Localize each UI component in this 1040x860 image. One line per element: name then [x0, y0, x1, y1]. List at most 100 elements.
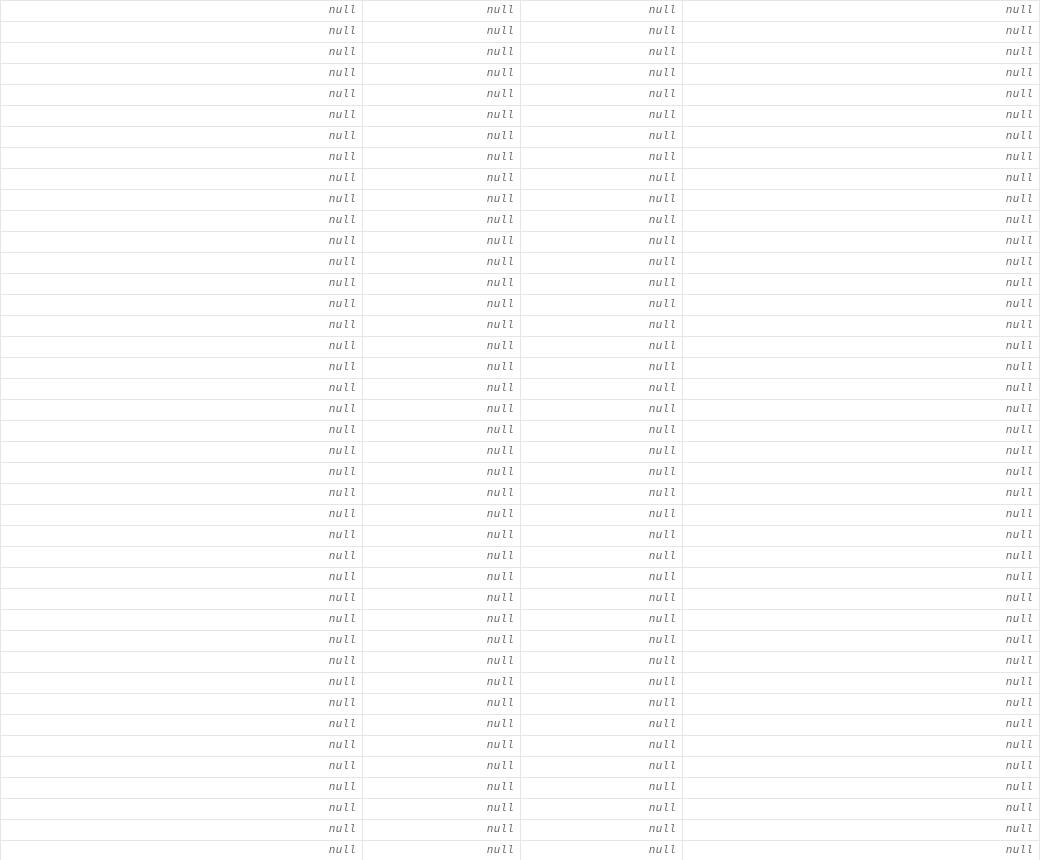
null-cell[interactable]: null: [363, 715, 521, 736]
null-cell[interactable]: null: [1, 463, 363, 484]
null-cell[interactable]: null: [683, 694, 1040, 715]
null-cell[interactable]: null: [521, 463, 683, 484]
null-cell[interactable]: null: [521, 316, 683, 337]
null-cell[interactable]: null: [683, 757, 1040, 778]
null-cell[interactable]: null: [363, 841, 521, 860]
null-cell[interactable]: null: [683, 421, 1040, 442]
null-cell[interactable]: null: [683, 127, 1040, 148]
null-cell[interactable]: null: [363, 106, 521, 127]
null-cell[interactable]: null: [1, 778, 363, 799]
null-cell[interactable]: null: [683, 715, 1040, 736]
null-cell[interactable]: null: [521, 400, 683, 421]
null-cell[interactable]: null: [683, 190, 1040, 211]
null-cell[interactable]: null: [683, 106, 1040, 127]
null-cell[interactable]: null: [521, 820, 683, 841]
null-cell[interactable]: null: [363, 190, 521, 211]
null-cell[interactable]: null: [1, 232, 363, 253]
null-cell[interactable]: null: [363, 169, 521, 190]
null-cell[interactable]: null: [1, 568, 363, 589]
null-cell[interactable]: null: [363, 736, 521, 757]
null-cell[interactable]: null: [521, 1, 683, 22]
null-cell[interactable]: null: [521, 547, 683, 568]
null-cell[interactable]: null: [521, 253, 683, 274]
null-cell[interactable]: null: [683, 232, 1040, 253]
null-cell[interactable]: null: [683, 358, 1040, 379]
null-cell[interactable]: null: [1, 106, 363, 127]
null-cell[interactable]: null: [363, 316, 521, 337]
null-cell[interactable]: null: [521, 694, 683, 715]
null-cell[interactable]: null: [1, 547, 363, 568]
null-cell[interactable]: null: [521, 589, 683, 610]
null-cell[interactable]: null: [521, 148, 683, 169]
null-cell[interactable]: null: [683, 295, 1040, 316]
null-cell[interactable]: null: [683, 673, 1040, 694]
null-cell[interactable]: null: [1, 820, 363, 841]
null-cell[interactable]: null: [363, 568, 521, 589]
null-cell[interactable]: null: [363, 253, 521, 274]
null-cell[interactable]: null: [1, 379, 363, 400]
null-cell[interactable]: null: [521, 841, 683, 860]
null-cell[interactable]: null: [363, 484, 521, 505]
null-cell[interactable]: null: [1, 148, 363, 169]
null-cell[interactable]: null: [683, 337, 1040, 358]
null-cell[interactable]: null: [683, 274, 1040, 295]
null-cell[interactable]: null: [1, 673, 363, 694]
null-cell[interactable]: null: [363, 211, 521, 232]
null-cell[interactable]: null: [521, 484, 683, 505]
null-cell[interactable]: null: [521, 127, 683, 148]
null-cell[interactable]: null: [363, 547, 521, 568]
null-cell[interactable]: null: [683, 610, 1040, 631]
null-cell[interactable]: null: [521, 715, 683, 736]
null-cell[interactable]: null: [363, 631, 521, 652]
null-cell[interactable]: null: [1, 484, 363, 505]
null-cell[interactable]: null: [1, 715, 363, 736]
null-cell[interactable]: null: [521, 169, 683, 190]
null-cell[interactable]: null: [1, 127, 363, 148]
null-cell[interactable]: null: [363, 421, 521, 442]
null-cell[interactable]: null: [683, 22, 1040, 43]
null-cell[interactable]: null: [521, 505, 683, 526]
null-cell[interactable]: null: [521, 421, 683, 442]
null-cell[interactable]: null: [521, 85, 683, 106]
null-cell[interactable]: null: [1, 358, 363, 379]
null-cell[interactable]: null: [363, 337, 521, 358]
null-cell[interactable]: null: [683, 1, 1040, 22]
null-cell[interactable]: null: [363, 673, 521, 694]
null-cell[interactable]: null: [1, 652, 363, 673]
null-cell[interactable]: null: [683, 526, 1040, 547]
null-cell[interactable]: null: [1, 85, 363, 106]
null-cell[interactable]: null: [363, 778, 521, 799]
null-cell[interactable]: null: [363, 442, 521, 463]
null-cell[interactable]: null: [1, 505, 363, 526]
null-cell[interactable]: null: [1, 64, 363, 85]
null-cell[interactable]: null: [521, 43, 683, 64]
null-cell[interactable]: null: [521, 736, 683, 757]
null-cell[interactable]: null: [521, 274, 683, 295]
null-cell[interactable]: null: [521, 211, 683, 232]
null-cell[interactable]: null: [521, 190, 683, 211]
null-cell[interactable]: null: [521, 778, 683, 799]
null-cell[interactable]: null: [683, 547, 1040, 568]
null-cell[interactable]: null: [1, 22, 363, 43]
null-cell[interactable]: null: [363, 610, 521, 631]
null-cell[interactable]: null: [1, 442, 363, 463]
null-cell[interactable]: null: [363, 274, 521, 295]
null-cell[interactable]: null: [521, 379, 683, 400]
null-cell[interactable]: null: [363, 589, 521, 610]
null-cell[interactable]: null: [521, 337, 683, 358]
null-cell[interactable]: null: [521, 442, 683, 463]
null-cell[interactable]: null: [683, 799, 1040, 820]
null-cell[interactable]: null: [363, 22, 521, 43]
null-cell[interactable]: null: [521, 22, 683, 43]
null-cell[interactable]: null: [683, 589, 1040, 610]
null-cell[interactable]: null: [363, 43, 521, 64]
null-cell[interactable]: null: [683, 316, 1040, 337]
null-cell[interactable]: null: [1, 169, 363, 190]
null-cell[interactable]: null: [363, 1, 521, 22]
null-cell[interactable]: null: [521, 652, 683, 673]
null-cell[interactable]: null: [363, 820, 521, 841]
null-cell[interactable]: null: [1, 211, 363, 232]
null-cell[interactable]: null: [683, 148, 1040, 169]
null-cell[interactable]: null: [363, 526, 521, 547]
null-cell[interactable]: null: [683, 253, 1040, 274]
